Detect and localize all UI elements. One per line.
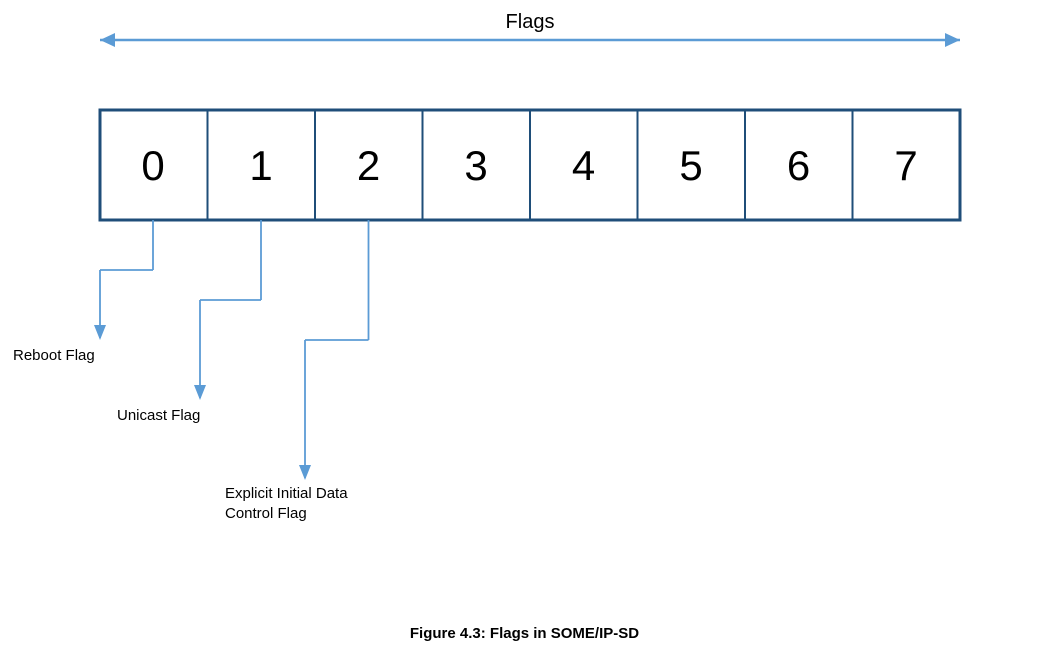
flags-label: Flags: [506, 11, 555, 33]
bit-1: 1: [249, 142, 272, 189]
explicit-flag-label-line1: Explicit Initial Data: [225, 485, 348, 502]
bit-5: 5: [679, 142, 702, 189]
bit-4: 4: [572, 142, 595, 189]
bit-0: 0: [141, 142, 164, 189]
figure-caption: Figure 4.3: Flags in SOME/IP-SD: [410, 625, 639, 642]
bit-2: 2: [357, 142, 380, 189]
explicit-flag-label-line2: Control Flag: [225, 505, 307, 522]
diagram-container: Flags 0 1 2 3 4 5 6 7: [0, 0, 1049, 672]
bit-6: 6: [787, 142, 810, 189]
unicast-flag-label: Unicast Flag: [117, 407, 200, 424]
bit-7: 7: [894, 142, 917, 189]
reboot-flag-label: Reboot Flag: [13, 347, 95, 364]
diagram-svg: Flags 0 1 2 3 4 5 6 7: [0, 0, 1049, 672]
bit-3: 3: [464, 142, 487, 189]
